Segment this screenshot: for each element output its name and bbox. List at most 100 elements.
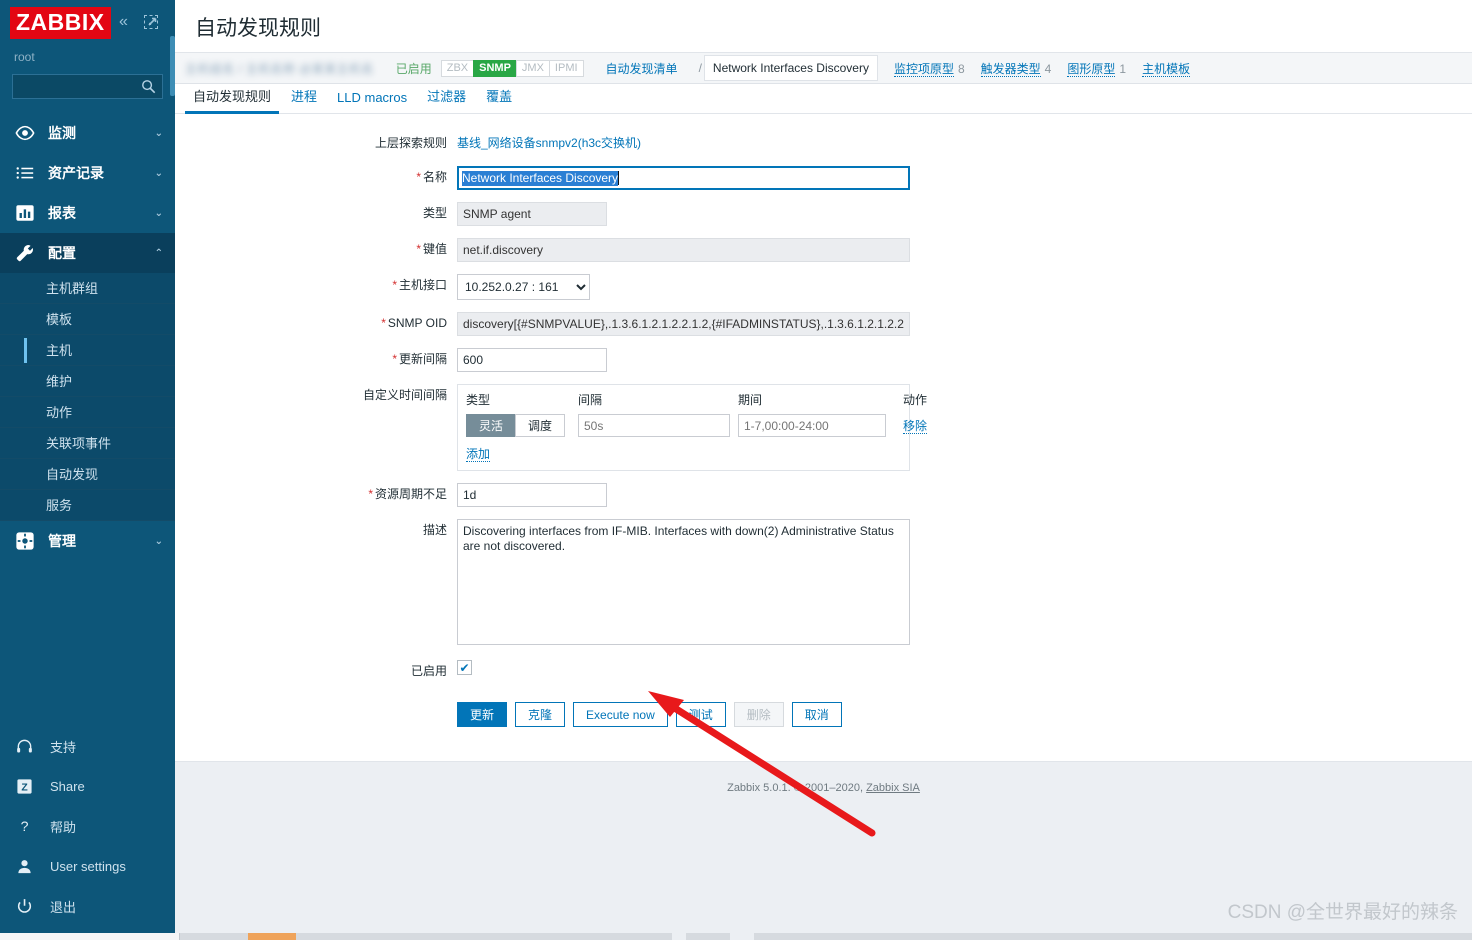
host-interface-select[interactable]: 10.252.0.27 : 161	[457, 274, 590, 300]
row-key: * 键值 net.if.discovery	[175, 238, 1472, 262]
required-marker: *	[392, 352, 397, 366]
remove-interval-link[interactable]: 移除	[902, 419, 927, 434]
sidebar-item-administration[interactable]: 管理 ⌄	[0, 521, 175, 561]
taskbar-segment	[672, 933, 686, 940]
sidebar-search-wrap	[0, 70, 175, 113]
host-interface-label: 主机接口	[398, 278, 447, 292]
list-icon	[14, 162, 36, 184]
interval-input[interactable]	[578, 414, 730, 437]
tab-lld-macros[interactable]: LLD macros	[327, 90, 417, 113]
breadcrumb-item-prototypes[interactable]: 监控项原型 8	[893, 60, 965, 77]
footer-link[interactable]: Zabbix SIA	[866, 782, 920, 794]
breadcrumb-graph-prototypes[interactable]: 图形原型 1	[1067, 60, 1126, 77]
enabled-checkbox[interactable]: ✔	[457, 660, 472, 675]
breadcrumb-trigger-prototypes-count: 4	[1044, 61, 1052, 76]
tab-overrides[interactable]: 覆盖	[476, 86, 522, 113]
key-value: net.if.discovery	[457, 238, 910, 262]
protocol-zbx: ZBX	[440, 59, 475, 77]
description-label: 描述	[422, 523, 447, 537]
sidebar-item-label: 资产记录	[48, 165, 104, 181]
interval-type-flexible[interactable]: 灵活	[466, 414, 516, 437]
tab-preprocessing[interactable]: 进程	[281, 86, 327, 113]
parent-rule-link[interactable]: 基线_网络设备snmpv2(h3c交换机)	[457, 136, 641, 150]
sidebar-item-label: 监测	[48, 125, 76, 141]
tab-filters[interactable]: 过滤器	[417, 86, 476, 113]
parent-rule-label: 上层探索规则	[374, 136, 447, 150]
sidebar-submenu-configuration: 主机群组 模板 主机 维护 动作 关联项事件 自动发现 服务	[0, 273, 175, 521]
breadcrumb-host-prototypes-link[interactable]: 主机模板	[1142, 61, 1191, 77]
breadcrumb-graph-prototypes-link[interactable]: 图形原型	[1067, 61, 1116, 77]
interval-type-scheduling[interactable]: 调度	[515, 414, 565, 437]
sidebar-item-inventory[interactable]: 资产记录 ⌄	[0, 153, 175, 193]
breadcrumb: 主机组名 / 主机名称 @某某主机名 已启用 ZBX SNMP JMX IPMI…	[175, 52, 1472, 84]
breadcrumb-redacted: 主机组名 / 主机名称 @某某主机名	[185, 61, 374, 76]
enabled-label: 已启用	[410, 664, 447, 678]
type-label: 类型	[422, 206, 447, 220]
sidebar-item-reports[interactable]: 报表 ⌄	[0, 193, 175, 233]
sidebar-item-monitoring[interactable]: 监测 ⌄	[0, 113, 175, 153]
svg-text:Z: Z	[21, 782, 28, 793]
description-textarea[interactable]: Discovering interfaces from IF-MIB. Inte…	[457, 519, 910, 645]
tab-discovery-rule[interactable]: 自动发现规则	[183, 86, 281, 114]
add-interval-link[interactable]: 添加	[466, 447, 491, 462]
expand-icon[interactable]	[144, 15, 158, 29]
sidebar-item-actions[interactable]: 动作	[0, 397, 175, 428]
sidebar: ZABBIX « root 监测 ⌄ 资产记录 ⌄ 报表 ⌄ 配置 ⌃ 主机群组…	[0, 0, 175, 940]
name-input[interactable]: Network Interfaces Discovery	[457, 166, 910, 190]
sidebar-item-event-correlation[interactable]: 关联项事件	[0, 428, 175, 459]
lifetime-input[interactable]	[457, 483, 607, 507]
chart-bar-icon	[14, 202, 36, 224]
sidebar-item-configuration[interactable]: 配置 ⌃	[0, 233, 175, 273]
execute-now-button[interactable]: Execute now	[573, 702, 668, 727]
sidebar-item-hosts[interactable]: 主机	[0, 335, 175, 366]
update-button[interactable]: 更新	[457, 702, 508, 727]
row-parent-rule: 上层探索规则 基线_网络设备snmpv2(h3c交换机)	[175, 132, 1472, 154]
footer: Zabbix 5.0.1. © 2001–2020, Zabbix SIA	[175, 762, 1472, 794]
sidebar-item-share[interactable]: Z Share	[0, 766, 175, 806]
sidebar-item-templates[interactable]: 模板	[0, 304, 175, 335]
col-header-interval: 间隔	[578, 393, 603, 407]
page-header: 自动发现规则	[175, 0, 1472, 52]
update-interval-input[interactable]	[457, 348, 607, 372]
breadcrumb-item-prototypes-link[interactable]: 监控项原型	[893, 61, 954, 77]
page-title: 自动发现规则	[195, 17, 321, 40]
clone-button[interactable]: 克隆	[515, 702, 566, 727]
sidebar-item-services[interactable]: 服务	[0, 490, 175, 521]
custom-intervals-label: 自定义时间间隔	[362, 388, 447, 402]
expand-arrow-glyph	[148, 17, 157, 26]
interval-type-toggle: 灵活 调度	[466, 414, 578, 437]
breadcrumb-discovery-list[interactable]: 自动发现清单	[606, 60, 678, 77]
breadcrumb-item-prototypes-count: 8	[957, 61, 965, 76]
chevron-double-left-icon[interactable]: «	[119, 14, 128, 30]
period-input[interactable]	[738, 414, 886, 437]
breadcrumb-current: Network Interfaces Discovery	[703, 55, 878, 81]
cancel-button[interactable]: 取消	[791, 702, 842, 727]
sidebar-item-support[interactable]: 支持	[0, 726, 175, 766]
chevron-down-icon: ⌄	[154, 535, 163, 547]
form-actions: 更新 克隆 Execute now 测试 删除 取消	[457, 694, 1472, 727]
search-input[interactable]	[12, 74, 163, 99]
test-button[interactable]: 测试	[675, 702, 726, 727]
breadcrumb-trigger-prototypes[interactable]: 触发器类型 4	[980, 60, 1052, 77]
snmp-oid-label: SNMP OID	[387, 316, 447, 330]
sidebar-item-signout[interactable]: 退出	[0, 886, 175, 926]
lifetime-label: 资源周期不足	[374, 487, 447, 501]
sidebar-item-host-groups[interactable]: 主机群组	[0, 273, 175, 304]
sidebar-item-discovery[interactable]: 自动发现	[0, 459, 175, 490]
sidebar-item-user-settings[interactable]: User settings	[0, 846, 175, 886]
add-interval-wrap: 添加	[466, 437, 901, 462]
power-icon	[16, 898, 40, 915]
sidebar-item-maintenance[interactable]: 维护	[0, 366, 175, 397]
chevron-down-icon: ⌄	[154, 207, 163, 219]
breadcrumb-host-prototypes[interactable]: 主机模板	[1142, 60, 1191, 77]
protocol-badges: ZBX SNMP JMX IPMI	[440, 59, 584, 77]
status-badge: 已启用	[395, 61, 432, 76]
sidebar-item-help[interactable]: ? 帮助	[0, 806, 175, 846]
breadcrumb-trigger-prototypes-link[interactable]: 触发器类型	[980, 61, 1041, 77]
zabbix-logo[interactable]: ZABBIX	[10, 7, 111, 39]
sidebar-item-label: 帮助	[50, 819, 77, 835]
delete-button: 删除	[733, 702, 784, 727]
os-taskbar	[0, 933, 1472, 940]
required-marker: *	[368, 487, 373, 501]
snmp-oid-value: discovery[{#SNMPVALUE},.1.3.6.1.2.1.2.2.…	[457, 312, 910, 336]
